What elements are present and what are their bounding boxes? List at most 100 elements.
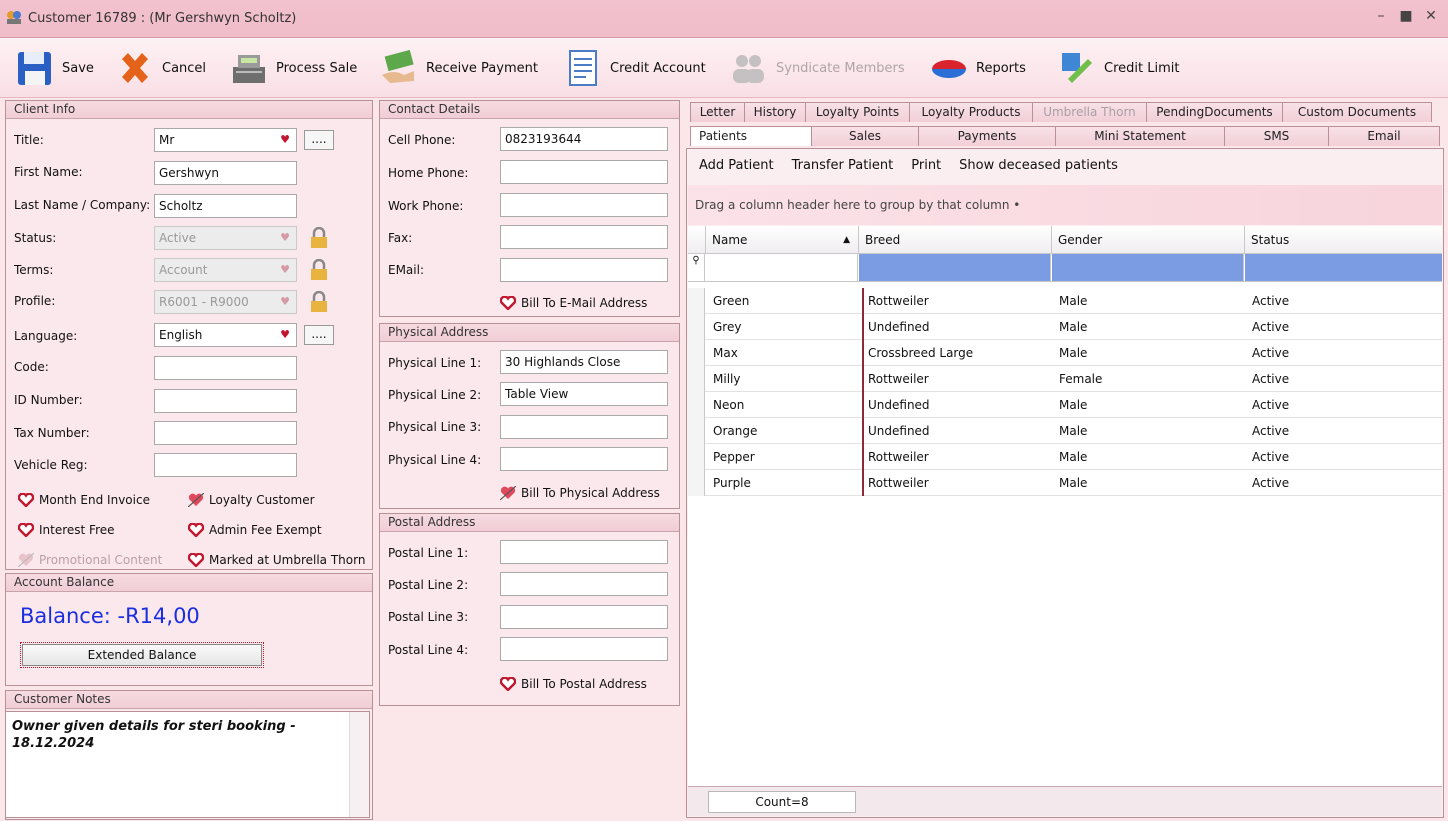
receive-payment-button[interactable]: Receive Payment: [380, 48, 538, 88]
credit-account-button[interactable]: Credit Account: [564, 48, 706, 88]
row-selector[interactable]: [688, 340, 705, 366]
first-name-field[interactable]: Gershwyn: [154, 161, 297, 185]
code-field[interactable]: [154, 356, 297, 380]
group-by-area[interactable]: Drag a column header here to group by th…: [688, 185, 1442, 225]
tab-letter[interactable]: Letter: [690, 102, 745, 122]
table-row[interactable]: Green Rottweiler Male Active: [688, 288, 1442, 314]
table-row[interactable]: Orange Undefined Male Active: [688, 418, 1442, 444]
notes-scrollbar[interactable]: [349, 712, 369, 817]
row-selector[interactable]: [688, 470, 705, 496]
loyalty-customer-checkbox[interactable]: Loyalty Customer: [188, 493, 315, 507]
tab-payments[interactable]: Payments: [918, 126, 1056, 146]
tab-sms[interactable]: SMS: [1224, 126, 1329, 146]
tab-patients[interactable]: Patients: [690, 126, 812, 146]
month-end-invoice-checkbox[interactable]: Month End Invoice: [18, 493, 150, 507]
show-deceased-button[interactable]: Show deceased patients: [959, 158, 1118, 173]
admin-fee-exempt-checkbox[interactable]: Admin Fee Exempt: [188, 523, 322, 537]
fax-field[interactable]: [500, 225, 668, 249]
interest-free-checkbox[interactable]: Interest Free: [18, 523, 115, 537]
add-patient-button[interactable]: Add Patient: [699, 158, 774, 173]
table-cell: Rottweiler: [862, 444, 929, 470]
process-sale-button[interactable]: Process Sale: [230, 48, 357, 88]
syndicate-members-button[interactable]: Syndicate Members: [730, 48, 905, 88]
table-row[interactable]: Grey Undefined Male Active: [688, 314, 1442, 340]
tab-mini-statement[interactable]: Mini Statement: [1055, 126, 1225, 146]
title-select[interactable]: Mr ♥: [154, 128, 297, 152]
bill-to-email-checkbox[interactable]: Bill To E-Mail Address: [500, 296, 647, 310]
postal-line1-field[interactable]: [500, 540, 668, 564]
filter-name-input[interactable]: [705, 254, 858, 281]
promotional-content-checkbox[interactable]: Promotional Content: [18, 553, 162, 567]
tab-loyalty-points[interactable]: Loyalty Points: [805, 102, 910, 122]
marked-at-checkbox[interactable]: Marked at Umbrella Thorn: [188, 553, 368, 567]
transfer-patient-button[interactable]: Transfer Patient: [792, 158, 894, 173]
filter-status-input[interactable]: [1245, 254, 1442, 281]
maximize-button[interactable]: ■: [1395, 8, 1417, 26]
physical-line1-field[interactable]: 30 Highlands Close: [500, 350, 668, 374]
work-phone-field[interactable]: [500, 193, 668, 217]
table-row[interactable]: Max Crossbreed Large Male Active: [688, 340, 1442, 366]
table-row[interactable]: Neon Undefined Male Active: [688, 392, 1442, 418]
cancel-button[interactable]: Cancel: [116, 48, 206, 88]
last-name-field[interactable]: Scholtz: [154, 194, 297, 218]
row-selector[interactable]: [688, 314, 705, 340]
physical-line2-field[interactable]: Table View: [500, 382, 668, 406]
row-selector[interactable]: [688, 418, 705, 444]
table-cell: Active: [1252, 424, 1290, 438]
id-number-field[interactable]: [154, 389, 297, 413]
language-more-button[interactable]: ....: [304, 325, 334, 345]
minimize-button[interactable]: –: [1370, 8, 1392, 26]
postal-line3-field[interactable]: [500, 605, 668, 629]
credit-limit-button[interactable]: Credit Limit: [1058, 48, 1179, 88]
physical-line4-field[interactable]: [500, 447, 668, 471]
row-selector[interactable]: [688, 366, 705, 392]
tab-pending-documents[interactable]: PendingDocuments: [1146, 102, 1283, 122]
tab-umbrella-thorn[interactable]: Umbrella Thorn: [1032, 102, 1147, 122]
tax-number-field[interactable]: [154, 421, 297, 445]
table-row[interactable]: Pepper Rottweiler Male Active: [688, 444, 1442, 470]
lock-icon[interactable]: [308, 259, 330, 281]
terms-select[interactable]: Account ♥: [154, 258, 297, 282]
tab-loyalty-products[interactable]: Loyalty Products: [909, 102, 1033, 122]
lock-icon[interactable]: [308, 291, 330, 313]
filter-icon[interactable]: ⚲: [688, 254, 705, 282]
extended-balance-button[interactable]: Extended Balance: [20, 642, 264, 668]
filter-gender-input[interactable]: [1052, 254, 1244, 281]
tab-custom-documents[interactable]: Custom Documents: [1282, 102, 1432, 122]
postal-line2-field[interactable]: [500, 572, 668, 596]
column-header-breed[interactable]: Breed: [858, 226, 1051, 254]
row-count: Count=8: [708, 791, 856, 813]
tab-strip-top: Letter History Loyalty Points Loyalty Pr…: [690, 102, 1432, 122]
title-more-button[interactable]: ....: [304, 130, 334, 150]
column-header-name[interactable]: Name ▲: [705, 226, 858, 254]
row-selector[interactable]: [688, 444, 705, 470]
tab-sales[interactable]: Sales: [811, 126, 919, 146]
column-header-status[interactable]: Status: [1244, 226, 1442, 254]
bill-to-postal-checkbox[interactable]: Bill To Postal Address: [500, 677, 647, 691]
reports-button[interactable]: Reports: [930, 48, 1026, 88]
tab-history[interactable]: History: [744, 102, 806, 122]
syndicate-members-label: Syndicate Members: [776, 60, 905, 76]
bill-to-physical-checkbox[interactable]: Bill To Physical Address: [500, 486, 660, 500]
postal-line4-field[interactable]: [500, 637, 668, 661]
row-selector[interactable]: [688, 392, 705, 418]
filter-breed-input[interactable]: [859, 254, 1051, 281]
tab-email[interactable]: Email: [1328, 126, 1440, 146]
print-button[interactable]: Print: [911, 158, 941, 173]
table-row[interactable]: Milly Rottweiler Female Active: [688, 366, 1442, 392]
home-phone-field[interactable]: [500, 160, 668, 184]
column-header-gender[interactable]: Gender: [1051, 226, 1244, 254]
physical-line3-field[interactable]: [500, 415, 668, 439]
table-row[interactable]: Purple Rottweiler Male Active: [688, 470, 1442, 496]
row-selector[interactable]: [688, 288, 705, 314]
lock-icon[interactable]: [308, 227, 330, 249]
status-select[interactable]: Active ♥: [154, 226, 297, 250]
language-select[interactable]: English ♥: [154, 323, 297, 347]
save-button[interactable]: Save: [16, 48, 94, 88]
profile-select[interactable]: R6001 - R9000 ♥: [154, 290, 297, 314]
cell-phone-field[interactable]: 0823193644: [500, 127, 668, 151]
vehicle-reg-field[interactable]: [154, 453, 297, 477]
customer-notes-textarea[interactable]: Owner given details for steri booking - …: [5, 711, 370, 818]
email-field[interactable]: [500, 258, 668, 282]
close-button[interactable]: ✕: [1420, 8, 1442, 26]
